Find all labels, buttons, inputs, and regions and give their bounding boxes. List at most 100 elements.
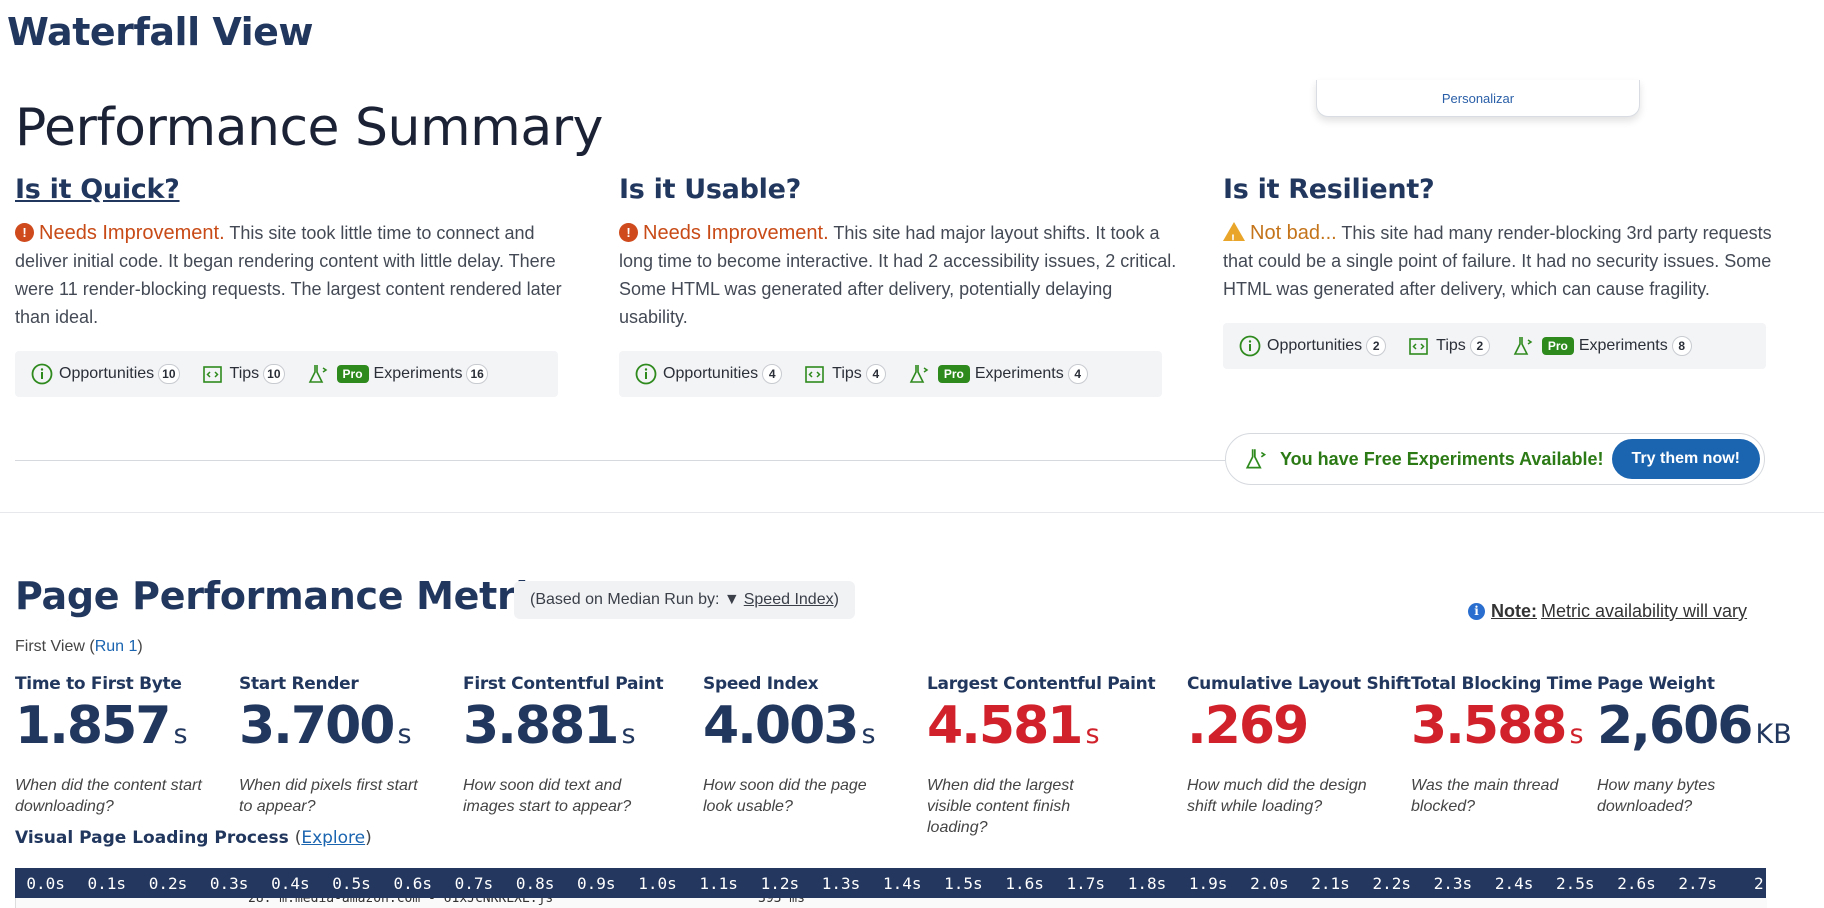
metric-card: Time to First Byte 1.857 s When did the con…	[15, 674, 205, 817]
request-row-label[interactable]: 28. m.media-amazon.com - 61xJcNKKLXL.js	[248, 898, 553, 906]
metric-description: How much did the design shift while load…	[1187, 777, 1367, 815]
free-experiments-banner: You have Free Experiments Available! Try…	[1225, 433, 1765, 485]
metric-unit: KB	[1755, 719, 1792, 750]
tools-bar: Opportunities 4 Tips 4 Pro Experiments 4	[619, 351, 1162, 397]
performance-summary-title: Performance Summary	[15, 98, 603, 158]
metric-description: When did pixels first start to appear?	[239, 777, 418, 815]
metric-label: Time to First Byte	[15, 674, 182, 694]
alert-circle-icon: !	[15, 223, 34, 242]
summary-column-usable: Is it Usable? ! Needs Improvement. This s…	[619, 174, 1179, 397]
timeline-tick: 2.1s	[1311, 873, 1350, 893]
metric-description: When did the content start downloading?	[15, 777, 202, 815]
info-circle-icon	[31, 363, 53, 385]
column-description: ! Needs Improvement. This site took littl…	[15, 219, 575, 331]
timeline-tick: 0.0s	[26, 873, 65, 893]
metric-label: Page Weight	[1597, 674, 1715, 694]
section-divider	[15, 460, 1225, 461]
metric-unit: s	[1085, 719, 1100, 750]
metric-description: When did the largest visible content fin…	[927, 777, 1074, 836]
tips-button[interactable]: Tips 4	[804, 363, 886, 385]
opportunities-button[interactable]: Opportunities 4	[635, 363, 783, 385]
first-view-label: First View (Run 1)	[15, 638, 143, 655]
warning-triangle-icon: !	[1223, 222, 1245, 246]
metric-description: How soon did the page look usable?	[703, 777, 867, 815]
metric-unit: s	[621, 719, 636, 750]
tips-label: Tips	[1436, 337, 1466, 354]
experiments-button[interactable]: Pro Experiments 16	[307, 362, 488, 386]
tips-button[interactable]: Tips 10	[202, 363, 285, 385]
metric-unit: s	[861, 719, 876, 750]
verdict-label: Needs Improvement.	[643, 222, 829, 244]
experiments-label: Experiments	[1578, 337, 1668, 354]
timeline-tick: 0.1s	[87, 873, 127, 893]
waterfall-strip: 28. m.media-amazon.com - 61xJcNKKLXL.js …	[15, 898, 1767, 908]
request-duration: 393 ms	[758, 898, 805, 906]
column-heading[interactable]: Is it Quick?	[15, 174, 575, 205]
note-text: Metric availability will vary	[1541, 601, 1748, 621]
median-metric-link[interactable]: Speed Index	[744, 591, 834, 609]
code-tip-icon	[805, 366, 824, 383]
free-experiments-text: You have Free Experiments Available!	[1280, 448, 1604, 469]
column-description: ! Not bad... This site had many render-bl…	[1223, 219, 1783, 303]
code-tip-icon	[202, 366, 222, 383]
try-them-now-button[interactable]: Try them now!	[1611, 439, 1760, 479]
opportunities-count: 10	[158, 364, 180, 384]
opportunities-button[interactable]: Opportunities 2	[1239, 335, 1387, 357]
tips-label: Tips	[832, 365, 862, 382]
info-circle-icon	[635, 363, 657, 385]
metric-description: How soon did text and images start to ap…	[463, 777, 632, 815]
personalizar-card: Personalizar	[1316, 80, 1640, 117]
experiments-count: 16	[466, 364, 488, 384]
metric-card: Speed Index 4.003 s How soon did the page l…	[703, 674, 893, 817]
timeline-tick: 0.3s	[209, 873, 249, 893]
opportunities-button[interactable]: Opportunities 10	[31, 363, 180, 385]
personalizar-link[interactable]: Personalizar	[1442, 91, 1514, 106]
metric-unit: s	[173, 719, 188, 750]
timeline-tick: 0.4s	[271, 873, 310, 893]
experiments-button[interactable]: Pro Experiments 8	[1512, 334, 1692, 358]
metric-value: .269	[1187, 696, 1309, 756]
summary-column-resilient: Is it Resilient? ! Not bad... This site h…	[1223, 174, 1783, 369]
timeline-tick: 1.1s	[699, 873, 738, 893]
note-label: Note:	[1491, 601, 1537, 621]
timeline-tick: 2.3s	[1433, 873, 1473, 893]
experiments-button[interactable]: Pro Experiments 4	[908, 362, 1088, 386]
metric-label: Total Blocking Time	[1411, 674, 1593, 694]
flask-icon	[308, 365, 327, 383]
metric-unit: s	[397, 719, 412, 750]
timeline-tick: 1.2s	[760, 873, 800, 893]
pro-badge: Pro	[336, 365, 369, 383]
metric-card: Total Blocking Time 3.588 s Was the main th…	[1411, 674, 1601, 817]
timeline-tick: 0.5s	[332, 873, 371, 893]
opportunities-label: Opportunities	[1267, 337, 1363, 354]
tips-count: 4	[865, 364, 886, 384]
metric-card: Page Weight 2,606 KB How many bytes downloa…	[1597, 674, 1792, 817]
timeline-tick: 1.9s	[1188, 873, 1228, 893]
median-suffix: )	[833, 591, 839, 608]
explore-link[interactable]: Explore	[301, 828, 365, 848]
timeline-tick: 2.7s	[1678, 873, 1717, 893]
metric-label: Start Render	[239, 674, 359, 694]
column-description: ! Needs Improvement. This site had major …	[619, 219, 1179, 331]
page-performance-metrics-title: Page Performance Metrics	[15, 574, 573, 618]
metric-value: 3.881 s	[463, 696, 636, 756]
timeline-tick: 1.8s	[1127, 873, 1167, 893]
alert-circle-icon: !	[619, 223, 638, 242]
metric-value: 1.857 s	[15, 696, 188, 756]
tips-button[interactable]: Tips 2	[1408, 335, 1490, 357]
metric-availability-note[interactable]: i Note: Metric availability will vary	[1468, 601, 1747, 622]
timeline-tick: 0.9s	[577, 873, 616, 893]
page-title: Waterfall View	[7, 10, 313, 54]
timeline-tick: 1.3s	[821, 873, 861, 893]
metric-card: Cumulative Layout Shift .269 How much did …	[1187, 674, 1411, 817]
pro-badge: Pro	[937, 365, 970, 383]
opportunities-count: 2	[1366, 336, 1387, 356]
run-link[interactable]: Run 1	[95, 638, 138, 655]
timeline-ruler: 0.0s 0.1s 0.2s 0.3s 0.4s 0.5s 0.6s 0.7s 0.8s 0.9s…	[15, 868, 1766, 898]
metric-label: First Contentful Paint	[463, 674, 664, 694]
experiments-label: Experiments	[373, 365, 463, 382]
timeline-tick: 2.0s	[1250, 873, 1289, 893]
metric-card: First Contentful Paint 3.881 s How soon did…	[463, 674, 664, 817]
timeline-tick: 2.2s	[1372, 873, 1411, 893]
median-run-selector[interactable]: (Based on Median Run by: ▼ Speed Index )	[514, 581, 855, 619]
